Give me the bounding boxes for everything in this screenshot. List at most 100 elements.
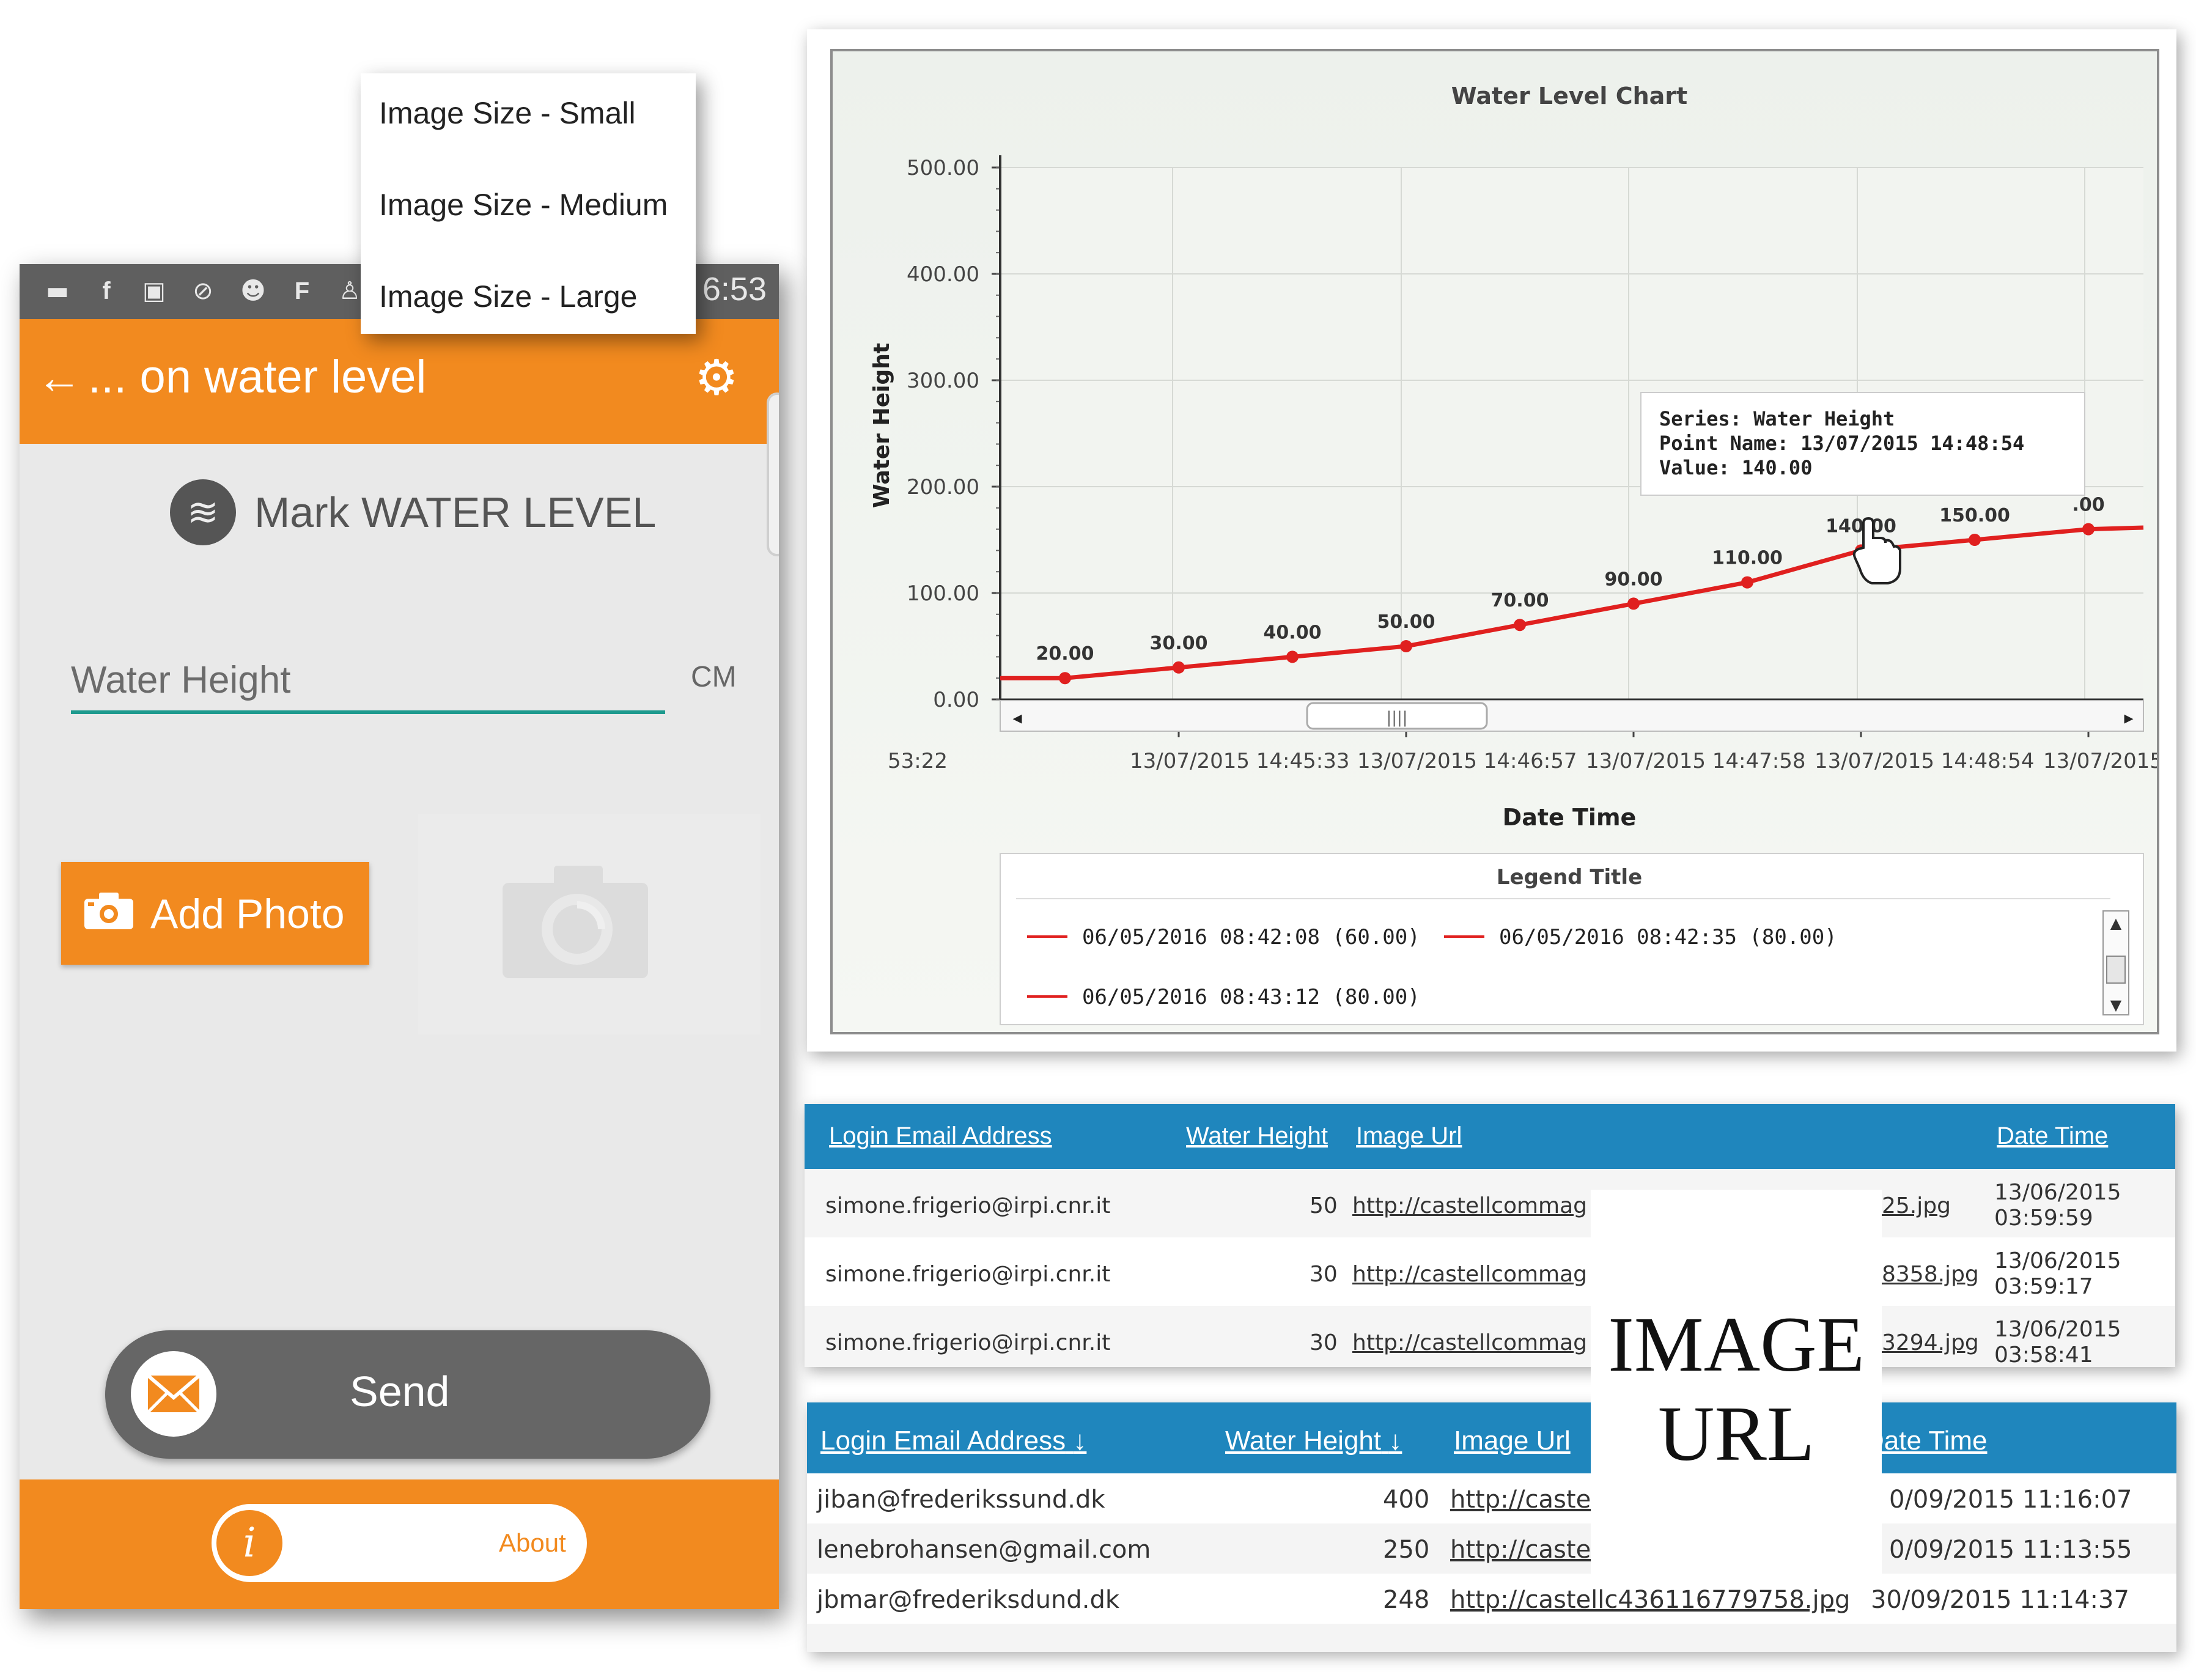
cell-water-height: 30 — [1310, 1262, 1338, 1287]
table-row-partial — [807, 1624, 2176, 1652]
data-point — [1059, 672, 1071, 685]
table-1-header: Login Email Address Water Height Image U… — [805, 1104, 2175, 1169]
arrow-left-icon[interactable]: ← — [37, 347, 86, 408]
menu-item-image-size-medium[interactable]: Image Size - Medium — [379, 187, 668, 223]
android-icon: ☻ — [240, 277, 266, 305]
data-point — [1400, 640, 1412, 652]
cell-image-url-end[interactable]: 25.jpg — [1882, 1193, 1951, 1218]
image-icon: ▣ — [142, 277, 166, 305]
sync-icon: ⊘ — [193, 277, 213, 305]
cell-email: simone.frigerio@irpi.cnr.it — [825, 1193, 1111, 1218]
tooltip-series: Series: Water Height — [1659, 407, 1895, 430]
scroll-left-icon: ◂ — [1012, 707, 1022, 729]
table-row: simone.frigerio@irpi.cnr.it 30 http://ca… — [805, 1237, 2175, 1306]
sort-arrow-down-icon: ↓ — [1073, 1426, 1087, 1456]
send-button[interactable]: Send — [105, 1330, 710, 1459]
data-point — [1969, 534, 1981, 546]
gear-icon[interactable]: ⚙ — [692, 348, 741, 407]
status-time: 6:53 — [702, 271, 767, 308]
cell-image-url[interactable]: http://castellcommag — [1352, 1330, 1587, 1355]
table-row: lenebrohansen@gmail.com 250 http://caste… — [807, 1523, 2176, 1574]
data-label: 40.00 — [1264, 622, 1322, 643]
x-tick-label: 13/07/2015 14: — [2043, 749, 2157, 773]
column-header-image-url[interactable]: Image Url — [1356, 1122, 1462, 1150]
side-scroll-handle[interactable] — [767, 392, 779, 556]
camera-placeholder-icon — [503, 866, 648, 978]
data-label: 50.00 — [1377, 611, 1435, 633]
cell-image-url[interactable]: http://castellcommag — [1352, 1193, 1587, 1218]
water-level-table-2: Login Email Address ↓ Water Height ↓ Ima… — [807, 1402, 2176, 1652]
water-height-input[interactable] — [71, 649, 665, 714]
y-tick-label: 200.00 — [907, 475, 979, 499]
about-button[interactable]: i About — [212, 1504, 587, 1582]
water-waves-icon: ≋ — [170, 479, 236, 545]
cell-time: 03:58:41 — [1994, 1343, 2093, 1367]
data-label: 30.00 — [1150, 633, 1208, 654]
table-row: simone.frigerio@irpi.cnr.it 30 http://ca… — [805, 1306, 2175, 1367]
data-label: 90.00 — [1605, 569, 1663, 590]
data-point — [1741, 576, 1753, 589]
y-axis-title: Water Height — [869, 343, 894, 508]
image-url-annotation-text: IMAGE URL — [1591, 1300, 1882, 1478]
cell-image-url[interactable]: http://castellcommag — [1352, 1262, 1587, 1287]
data-label: 20.00 — [1036, 643, 1094, 665]
page-title: Mark WATER LEVEL — [254, 488, 657, 536]
column-header-email[interactable]: Login Email Address ↓ — [820, 1426, 1086, 1456]
data-point — [1286, 650, 1299, 663]
table-row: jiban@frederikssund.dk 400 http://caste … — [807, 1473, 2176, 1523]
cell-image-url[interactable]: http://castellc436116779758.jpg — [1450, 1586, 1850, 1614]
column-header-date-time[interactable]: Date Time — [1865, 1426, 1988, 1456]
envelope-icon — [131, 1351, 216, 1437]
x-tick-label: 13/07/2015 14:48:54 — [1815, 749, 2034, 773]
column-header-date-time[interactable]: Date Time — [1997, 1122, 2108, 1150]
cell-date: 13/06/2015 — [1994, 1180, 2121, 1205]
column-header-image-url[interactable]: Image Url — [1454, 1426, 1571, 1456]
cell-email: lenebrohansen@gmail.com — [817, 1536, 1151, 1564]
table-row: simone.frigerio@irpi.cnr.it 50 http://ca… — [805, 1169, 2175, 1237]
app-bar-title: ... on water level — [88, 351, 427, 403]
cell-image-url-end[interactable]: 8358.jpg — [1882, 1262, 1979, 1287]
legend-entry: 06/05/2016 08:42:35 (80.00) — [1499, 925, 1837, 949]
flipboard-icon: F — [294, 278, 310, 304]
image-url-annotation: IMAGE URL — [1591, 1190, 1882, 1583]
camera-icon — [84, 893, 133, 929]
table-row: jbmar@frederiksdund.dk 248 http://castel… — [807, 1574, 2176, 1624]
add-photo-button[interactable]: Add Photo — [61, 862, 369, 965]
unit-label: CM — [691, 661, 737, 693]
data-label: 150.00 — [1939, 505, 2010, 526]
cell-email: jiban@frederikssund.dk — [817, 1486, 1105, 1514]
data-label: .00 — [2072, 495, 2104, 516]
legend-scroll-thumb — [2106, 956, 2126, 984]
cell-image-url-end[interactable]: 3294.jpg — [1882, 1330, 1979, 1355]
data-label: 110.00 — [1712, 548, 1783, 569]
x-tick-label: 13/07/2015 14:47:58 — [1586, 749, 1805, 773]
person-icon: ♙ — [339, 277, 361, 305]
column-header-email[interactable]: Login Email Address — [829, 1122, 1052, 1150]
data-label: 140.00 — [1826, 515, 1896, 537]
y-tick-label: 100.00 — [907, 581, 979, 606]
cell-time: 03:59:17 — [1994, 1274, 2093, 1299]
data-point — [1627, 597, 1640, 610]
cell-water-height: 400 — [1383, 1486, 1430, 1514]
facebook-icon: f — [102, 278, 111, 304]
cell-date: 13/06/2015 — [1994, 1248, 2121, 1273]
cell-image-url[interactable]: http://caste — [1450, 1536, 1591, 1564]
tooltip-point: Point Name: 13/07/2015 14:48:54 — [1659, 432, 2024, 455]
scrollbar-grip-icon: |||| — [1386, 709, 1407, 727]
x-axis-title: Date Time — [1503, 804, 1637, 831]
footer-bar: i About — [20, 1479, 779, 1609]
photo-preview[interactable] — [418, 814, 761, 1034]
annotation-line-2: URL — [1658, 1390, 1815, 1477]
table-2-header: Login Email Address ↓ Water Height ↓ Ima… — [807, 1402, 2176, 1473]
cell-date-time: 30/09/2015 11:14:37 — [1871, 1586, 2129, 1614]
cell-image-url[interactable]: http://caste — [1450, 1486, 1591, 1514]
cell-date-time: 0/09/2015 11:16:07 — [1889, 1486, 2132, 1514]
data-point — [1173, 661, 1185, 674]
column-header-water-height[interactable]: Water Height ↓ — [1225, 1426, 1402, 1456]
menu-item-image-size-small[interactable]: Image Size - Small — [379, 95, 636, 131]
menu-item-image-size-large[interactable]: Image Size - Large — [379, 279, 637, 314]
phone-screen: ▬ f ▣ ⊘ ☻ F ♙ 6:53 ← ... on water level … — [20, 264, 779, 1609]
info-icon: i — [216, 1510, 282, 1576]
column-header-water-height[interactable]: Water Height — [1186, 1122, 1328, 1150]
cell-email: simone.frigerio@irpi.cnr.it — [825, 1330, 1111, 1355]
